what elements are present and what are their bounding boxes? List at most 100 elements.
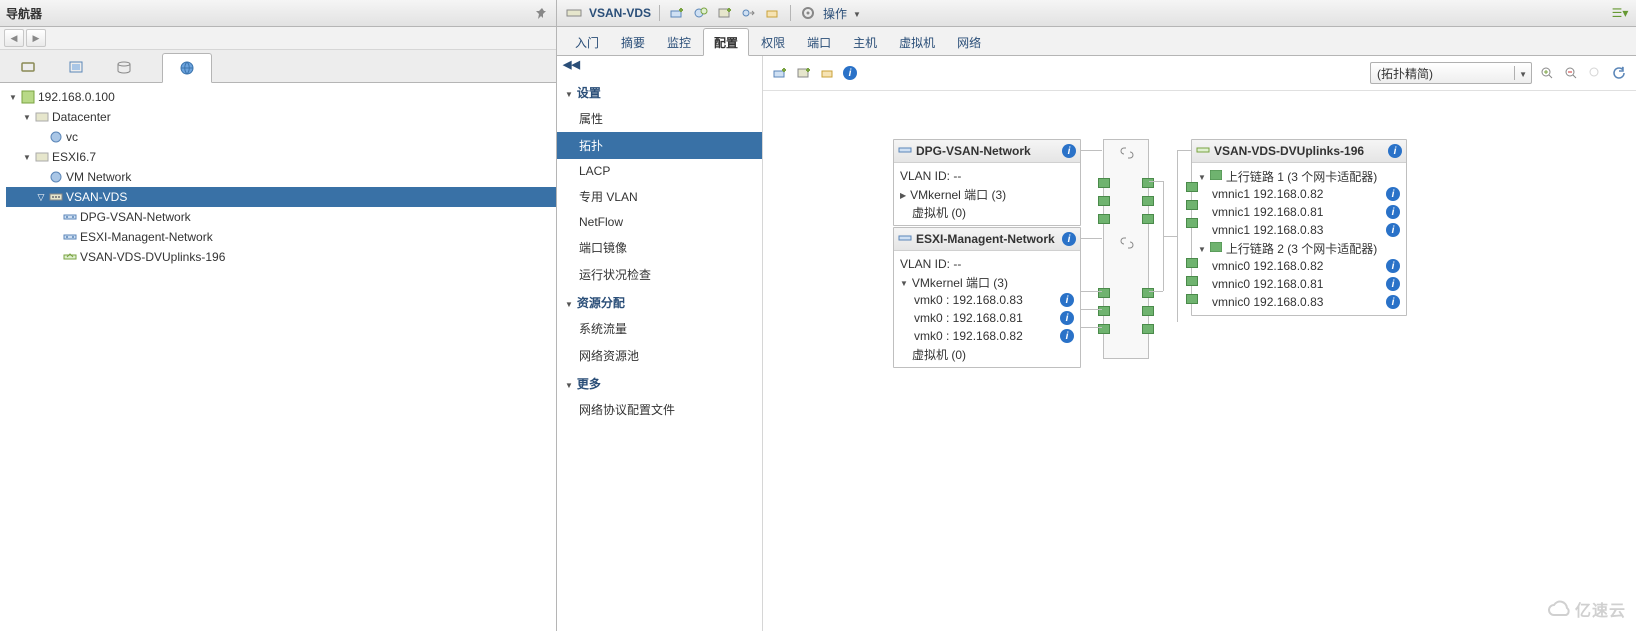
tree-vds[interactable]: ▽VSAN-VDS (6, 187, 556, 207)
wire (1080, 150, 1102, 151)
action-managehost-icon[interactable] (692, 4, 710, 22)
zoom-in-icon[interactable] (1538, 64, 1556, 82)
cfg-sysflow[interactable]: 系统流量 (557, 315, 762, 342)
info-icon[interactable]: i (1386, 277, 1400, 291)
nic-item[interactable]: vmnic1 192.168.0.81i (1198, 203, 1400, 221)
tree-dpg[interactable]: DPG-VSAN-Network (6, 207, 556, 227)
nic-item[interactable]: vmnic1 192.168.0.82i (1198, 185, 1400, 203)
vmk-item[interactable]: vmk0 : 192.168.0.83i (900, 291, 1074, 309)
vm-row: 虚拟机 (0) (900, 345, 1074, 363)
tab-getting-started[interactable]: 入门 (565, 29, 609, 55)
topo-migrate-icon[interactable] (819, 64, 837, 82)
cfg-pvlan[interactable]: 专用 VLAN (557, 183, 762, 210)
tree-label: ESXI-Managent-Network (80, 230, 213, 244)
refresh-icon[interactable] (1610, 64, 1628, 82)
info-icon[interactable]: i (1386, 259, 1400, 273)
tree-vmnet[interactable]: VM Network (6, 167, 556, 187)
tab-configure[interactable]: 配置 (703, 28, 749, 56)
tab-vms[interactable]: 虚拟机 (889, 29, 945, 55)
dvswitch-icon (565, 4, 583, 22)
cfg-netprof[interactable]: 网络协议配置文件 (557, 396, 762, 423)
uplink-group[interactable]: 上行链路 1 (3 个网卡适配器) (1198, 167, 1400, 185)
info-icon[interactable]: i (1386, 187, 1400, 201)
tree-vc[interactable]: vc (6, 127, 556, 147)
cfg-health[interactable]: 运行状况检查 (557, 261, 762, 288)
tree-vcenter[interactable]: 192.168.0.100 (6, 87, 556, 107)
cfg-mirror[interactable]: 端口镜像 (557, 234, 762, 261)
portgroup-icon (898, 143, 912, 160)
cfg-group-more[interactable]: 更多 (557, 369, 762, 396)
vmk-item[interactable]: vmk0 : 192.168.0.82i (900, 327, 1074, 345)
tab-ports[interactable]: 端口 (797, 29, 841, 55)
portgroup-box-dpg[interactable]: DPG-VSAN-Networki VLAN ID: -- VMkernel 端… (893, 139, 1081, 226)
info-icon[interactable]: i (1386, 205, 1400, 219)
vmk-row[interactable]: VMkernel 端口 (3) (900, 273, 1074, 291)
action-addhost-icon[interactable] (668, 4, 686, 22)
info-icon[interactable]: i (1062, 144, 1076, 158)
action-migrate-icon[interactable] (740, 4, 758, 22)
back-button[interactable]: ◀ (4, 29, 24, 47)
tree-uplinks[interactable]: VSAN-VDS-DVUplinks-196 (6, 247, 556, 267)
vmk-item[interactable]: vmk0 : 192.168.0.81i (900, 309, 1074, 327)
tree-datacenter[interactable]: Datacenter (6, 107, 556, 127)
pin-icon[interactable] (534, 5, 550, 21)
tree-label: Datacenter (52, 110, 111, 124)
cfg-netflow[interactable]: NetFlow (557, 210, 762, 234)
topo-info-icon[interactable]: i (843, 66, 857, 80)
navigator-tabs (0, 50, 556, 83)
wire (1177, 150, 1178, 322)
gear-icon[interactable] (799, 4, 817, 22)
action-edit-icon[interactable] (764, 4, 782, 22)
chevron-down-icon[interactable] (853, 6, 861, 20)
nav-tab-storage-icon[interactable] (114, 58, 134, 78)
tab-summary[interactable]: 摘要 (611, 29, 655, 55)
nav-tab-hosts-icon[interactable] (18, 58, 38, 78)
tree-mgmt[interactable]: ESXI-Managent-Network (6, 227, 556, 247)
nic-item[interactable]: vmnic0 192.168.0.81i (1198, 275, 1400, 293)
menu-icon[interactable]: ☰▾ (1612, 5, 1628, 21)
topo-managehost-icon[interactable] (795, 64, 813, 82)
actions-menu-label[interactable]: 操作 (823, 5, 847, 22)
tab-permissions[interactable]: 权限 (751, 29, 795, 55)
link-icon (1118, 234, 1136, 252)
action-newpg-icon[interactable] (716, 4, 734, 22)
portgroup-box-mgmt[interactable]: ESXI-Managent-Networki VLAN ID: -- VMker… (893, 227, 1081, 368)
info-icon[interactable]: i (1386, 223, 1400, 237)
tree-label: VM Network (66, 170, 131, 184)
topology-canvas[interactable]: DPG-VSAN-Networki VLAN ID: -- VMkernel 端… (763, 91, 1636, 631)
tab-hosts[interactable]: 主机 (843, 29, 887, 55)
cfg-group-settings[interactable]: 设置 (557, 78, 762, 105)
info-icon[interactable]: i (1060, 311, 1074, 325)
info-icon[interactable]: i (1386, 295, 1400, 309)
cfg-topology[interactable]: 拓扑 (557, 132, 762, 159)
vmk-row[interactable]: VMkernel 端口 (3) (900, 185, 1074, 203)
nic-item[interactable]: vmnic0 192.168.0.83i (1198, 293, 1400, 311)
navigator-title: 导航器 (6, 5, 42, 22)
info-icon[interactable]: i (1062, 232, 1076, 246)
cfg-properties[interactable]: 属性 (557, 105, 762, 132)
nic-item[interactable]: vmnic1 192.168.0.83i (1198, 221, 1400, 239)
group-label: 设置 (577, 84, 601, 101)
uplink-box[interactable]: VSAN-VDS-DVUplinks-196i 上行链路 1 (3 个网卡适配器… (1191, 139, 1407, 316)
zoom-reset-icon[interactable] (1586, 64, 1604, 82)
forward-button[interactable]: ▶ (26, 29, 46, 47)
tree-label: 192.168.0.100 (38, 90, 115, 104)
uplink-group[interactable]: 上行链路 2 (3 个网卡适配器) (1198, 239, 1400, 257)
zoom-out-icon[interactable] (1562, 64, 1580, 82)
nic-item[interactable]: vmnic0 192.168.0.82i (1198, 257, 1400, 275)
tree-host[interactable]: ESXI6.7 (6, 147, 556, 167)
nav-tab-vms-icon[interactable] (66, 58, 86, 78)
link-icon (1118, 144, 1136, 162)
collapse-button[interactable]: ◀◀ (557, 56, 762, 78)
nav-tab-network-icon[interactable] (162, 53, 212, 83)
tab-networks[interactable]: 网络 (947, 29, 991, 55)
info-icon[interactable]: i (1388, 144, 1402, 158)
cfg-netpool[interactable]: 网络资源池 (557, 342, 762, 369)
topology-filter-select[interactable]: (拓扑精简) (1370, 62, 1532, 84)
tab-monitor[interactable]: 监控 (657, 29, 701, 55)
info-icon[interactable]: i (1060, 329, 1074, 343)
topo-addhost-icon[interactable] (771, 64, 789, 82)
cfg-lacp[interactable]: LACP (557, 159, 762, 183)
info-icon[interactable]: i (1060, 293, 1074, 307)
cfg-group-res[interactable]: 资源分配 (557, 288, 762, 315)
